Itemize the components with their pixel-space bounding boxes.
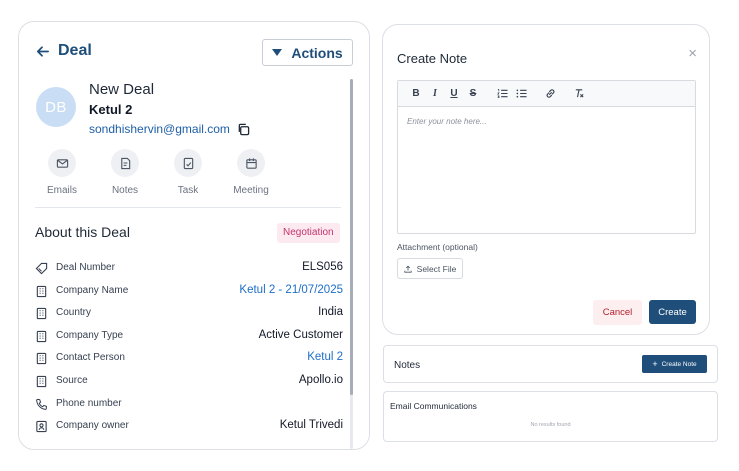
about-section-title: About this Deal <box>35 224 130 240</box>
close-icon[interactable]: × <box>688 46 697 61</box>
tag-icon <box>35 262 48 275</box>
divider <box>35 207 341 208</box>
quick-action-emails[interactable]: Emails <box>33 149 91 196</box>
quick-action-task[interactable]: Task <box>159 149 217 196</box>
deal-name: New Deal <box>89 81 155 98</box>
detail-value: Active Customer <box>258 328 343 341</box>
create-note-button[interactable]: + Create Note <box>642 355 707 373</box>
caret-down-icon <box>272 49 283 56</box>
mail-icon <box>56 158 68 168</box>
detail-row-company-owner: Company owner Ketul Trivedi <box>35 418 343 441</box>
stage-badge: Negotiation <box>277 223 340 243</box>
contact-person-link[interactable]: Ketul 2 <box>307 351 343 363</box>
deal-card: Deal Actions DB New Deal Ketul 2 sondhis… <box>18 21 370 450</box>
clear-format-icon <box>575 89 584 98</box>
create-button[interactable]: Create <box>649 300 696 324</box>
copy-icon[interactable] <box>237 123 250 136</box>
link-icon <box>546 89 554 98</box>
actions-button[interactable]: Actions <box>262 39 353 66</box>
create-note-button-label: Create Note <box>661 360 697 368</box>
detail-row-country: Country India <box>35 305 343 328</box>
ordered-list-button[interactable] <box>493 85 511 103</box>
quick-action-label: Task <box>177 185 199 196</box>
strikethrough-button[interactable]: S <box>464 85 482 103</box>
detail-label: Phone number <box>56 397 122 409</box>
contact-email-row: sondhishervin@gmail.com <box>89 122 250 136</box>
notes-panel: Notes + Create Note <box>383 345 718 383</box>
detail-row-deal-number: Deal Number ELS056 <box>35 260 343 283</box>
building-icon <box>36 375 47 388</box>
deal-scrollbar[interactable] <box>350 79 353 449</box>
deal-header: Deal Actions <box>35 39 353 67</box>
deal-page-title: Deal <box>58 42 92 59</box>
create-note-dialog: Create Note × B I U S Enter your note he… <box>382 24 710 335</box>
quick-action-label: Notes <box>111 185 139 196</box>
underline-button[interactable]: U <box>445 85 463 103</box>
bullet-list-icon <box>516 89 527 98</box>
bold-button[interactable]: B <box>407 85 425 103</box>
task-icon <box>183 157 193 169</box>
quick-action-label: Meeting <box>233 185 269 196</box>
bullet-list-button[interactable] <box>512 85 530 103</box>
detail-row-contact-person: Contact Person Ketul 2 <box>35 350 343 373</box>
empty-state-text: No results found <box>530 422 571 428</box>
detail-row-company-type: Company Type Active Customer <box>35 328 343 351</box>
email-panel-title: Email Communications <box>390 401 477 411</box>
avatar: DB <box>36 87 76 127</box>
detail-label: Company Type <box>56 329 124 341</box>
arrow-left-icon <box>36 45 49 57</box>
deal-scrollbar-thumb[interactable] <box>350 79 353 395</box>
notes-icon <box>120 157 130 169</box>
note-editor: B I U S Enter your note here... <box>397 80 696 234</box>
detail-row-phone-number: Phone number <box>35 396 343 419</box>
actions-button-label: Actions <box>291 44 343 61</box>
calendar-icon <box>245 157 257 169</box>
detail-label: Source <box>56 374 88 386</box>
email-communications-panel: Email Communications No results found <box>383 391 718 442</box>
select-file-label: Select File <box>416 263 457 274</box>
note-editor-input[interactable]: Enter your note here... <box>407 117 487 126</box>
deal-details-list: Deal Number ELS056 Company Name Ketul 2 … <box>35 260 343 441</box>
cancel-button[interactable]: Cancel <box>593 300 642 325</box>
building-icon <box>36 308 47 320</box>
upload-icon <box>404 265 412 273</box>
phone-icon <box>36 398 47 410</box>
select-file-button[interactable]: Select File <box>397 258 463 279</box>
attachment-label: Attachment (optional) <box>397 242 478 252</box>
quick-actions: Emails Notes Task Meeting <box>33 149 293 197</box>
detail-value: India <box>318 306 343 319</box>
quick-action-notes[interactable]: Notes <box>96 149 154 196</box>
detail-label: Deal Number <box>56 262 115 273</box>
building-icon <box>36 330 47 342</box>
quick-action-label: Emails <box>46 185 77 196</box>
detail-label: Contact Person <box>56 352 125 364</box>
detail-row-source: Source Apollo.io <box>35 373 343 396</box>
create-note-title: Create Note <box>397 51 468 66</box>
contact-email[interactable]: sondhishervin@gmail.com <box>89 122 230 136</box>
company-name-link[interactable]: Ketul 2 - 21/07/2025 <box>239 284 343 296</box>
italic-button[interactable]: I <box>426 85 444 103</box>
detail-value: Ketul Trivedi <box>279 419 343 432</box>
building-icon <box>36 285 47 297</box>
plus-icon: + <box>652 358 658 369</box>
detail-label: Company owner <box>56 420 129 432</box>
detail-value: ELS056 <box>302 261 343 273</box>
editor-toolbar: B I U S <box>398 81 695 107</box>
notes-panel-title: Notes <box>394 360 421 371</box>
ordered-list-icon <box>496 89 508 98</box>
back-button[interactable]: Deal <box>35 42 92 60</box>
link-button[interactable] <box>541 85 559 103</box>
clear-format-button[interactable] <box>570 85 588 103</box>
building-icon <box>36 353 47 365</box>
contact-name: Ketul 2 <box>89 102 133 117</box>
detail-label: Country <box>56 307 92 319</box>
detail-label: Company Name <box>56 284 129 296</box>
detail-value: Apollo.io <box>298 373 343 386</box>
detail-row-company-name: Company Name Ketul 2 - 21/07/2025 <box>35 283 343 306</box>
quick-action-meeting[interactable]: Meeting <box>222 149 280 196</box>
user-badge-icon <box>36 420 47 433</box>
